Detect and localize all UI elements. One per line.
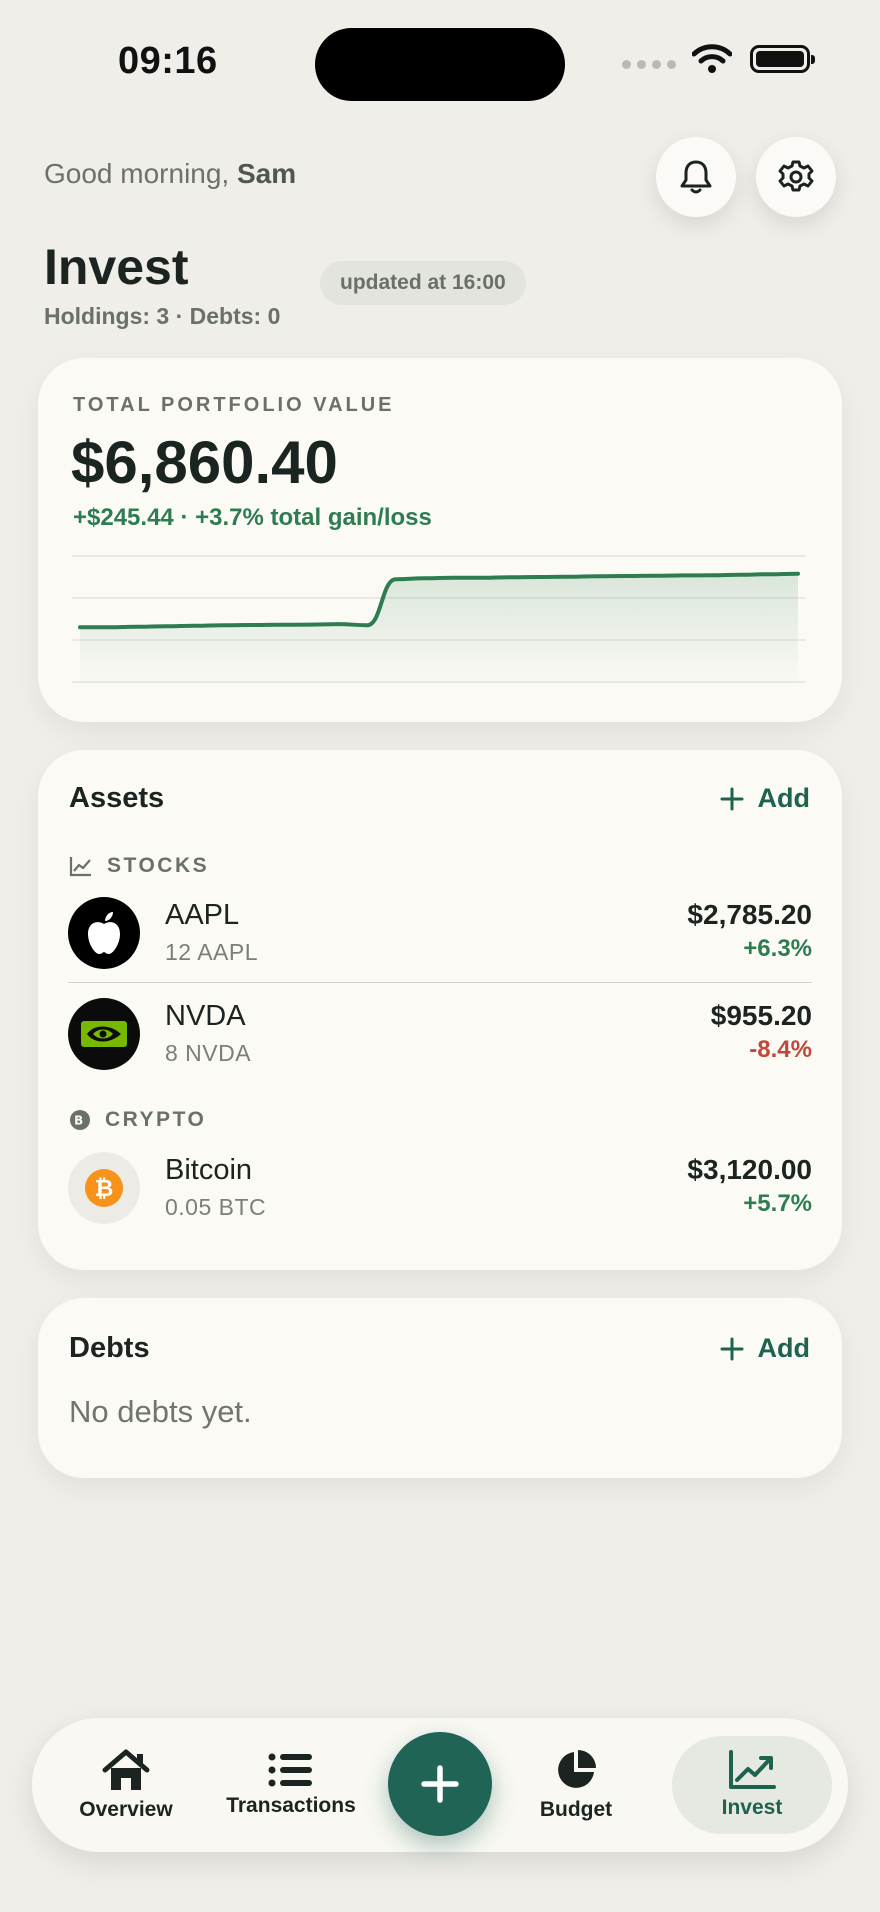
plus-icon [421,1765,459,1803]
nav-overview-label: Overview [79,1798,173,1821]
nav-transactions[interactable]: Transactions [217,1718,365,1852]
svg-text:B: B [74,1114,86,1128]
bell-icon [680,160,712,194]
updated-badge: updated at 16:00 [320,261,526,305]
greeting: Good morning, Sam [44,158,296,190]
add-transaction-fab[interactable] [388,1732,492,1836]
trending-up-icon [729,1750,776,1789]
status-icons [622,44,815,74]
cellular-signal-icon [622,59,676,69]
debts-empty-message: No debts yet. [69,1394,252,1429]
portfolio-trend-chart [72,555,806,688]
nav-budget[interactable]: Budget [502,1718,650,1852]
bitcoin-small-icon: B [70,1110,90,1130]
asset-name: AAPL [165,899,240,931]
chart-line-icon [69,857,91,877]
greeting-prefix: Good morning, [44,158,230,189]
portfolio-value: $6,860.40 [71,429,338,496]
battery-icon [750,45,815,73]
assets-title: Assets [69,782,165,814]
asset-name: Bitcoin [165,1154,253,1186]
debts-title: Debts [69,1332,150,1364]
svg-text:₿: ₿ [95,1176,114,1202]
invest-screen: 09:16 Good morning, Sam Invest updated a… [0,0,880,1912]
portfolio-card: TOTAL PORTFOLIO VALUE $6,860.40 +$245.44… [38,358,842,722]
asset-value: $955.20 [710,1000,812,1031]
asset-change: +6.3% [743,935,812,962]
portfolio-change: +$245.44 · +3.7% total gain/loss [73,504,432,531]
holdings-summary: Holdings: 3 · Debts: 0 [44,303,281,329]
status-time: 09:16 [118,40,218,82]
asset-change: -8.4% [749,1036,812,1063]
nav-budget-label: Budget [539,1798,613,1821]
nav-invest-label: Invest [721,1796,783,1819]
nav-transactions-label: Transactions [226,1794,356,1817]
section-stocks-label: STOCKS [107,854,210,877]
asset-value: $2,785.20 [687,899,812,930]
add-debt-label: Add [757,1333,810,1363]
asset-change: +5.7% [743,1190,812,1217]
plus-icon [720,1337,744,1360]
row-divider [68,982,812,983]
add-asset-label: Add [757,783,810,813]
nav-overview[interactable]: Overview [52,1718,200,1852]
dynamic-island [315,28,565,101]
notifications-button[interactable] [656,137,736,217]
add-asset-button[interactable]: Add [720,783,810,814]
asset-row-bitcoin[interactable]: ₿ Bitcoin 0.05 BTC $3,120.00 +5.7% [68,1152,812,1228]
nvidia-logo-icon [68,998,140,1070]
asset-quantity: 0.05 BTC [165,1194,267,1220]
plus-icon [720,787,744,810]
nav-invest[interactable]: Invest [678,1718,826,1852]
asset-value: $3,120.00 [687,1154,812,1185]
bitcoin-logo-icon: ₿ [68,1152,140,1224]
asset-row-nvda[interactable]: NVDA 8 NVDA $955.20 -8.4% [68,998,812,1074]
user-name: Sam [237,158,297,189]
settings-button[interactable] [756,137,836,217]
asset-name: NVDA [165,1000,246,1032]
wifi-icon [692,44,732,73]
trend-area [80,573,798,688]
section-crypto: B CRYPTO [69,1108,206,1132]
asset-quantity: 8 NVDA [165,1040,252,1066]
asset-row-aapl[interactable]: AAPL 12 AAPL $2,785.20 +6.3% [68,897,812,973]
pie-chart-icon [558,1750,596,1788]
add-debt-button[interactable]: Add [720,1333,810,1364]
section-crypto-label: CRYPTO [105,1108,207,1131]
debts-card: Debts Add No debts yet. [38,1298,842,1478]
apple-logo-icon [68,897,140,969]
assets-card: Assets Add STOCKS AAPL 12 AAPL $2,785.20… [38,750,842,1270]
portfolio-label: TOTAL PORTFOLIO VALUE [73,394,395,416]
home-icon [102,1749,150,1790]
gear-icon [778,160,814,192]
list-icon [268,1753,312,1787]
page-title: Invest [44,239,189,295]
asset-quantity: 12 AAPL [165,939,259,965]
section-stocks: STOCKS [69,854,209,878]
